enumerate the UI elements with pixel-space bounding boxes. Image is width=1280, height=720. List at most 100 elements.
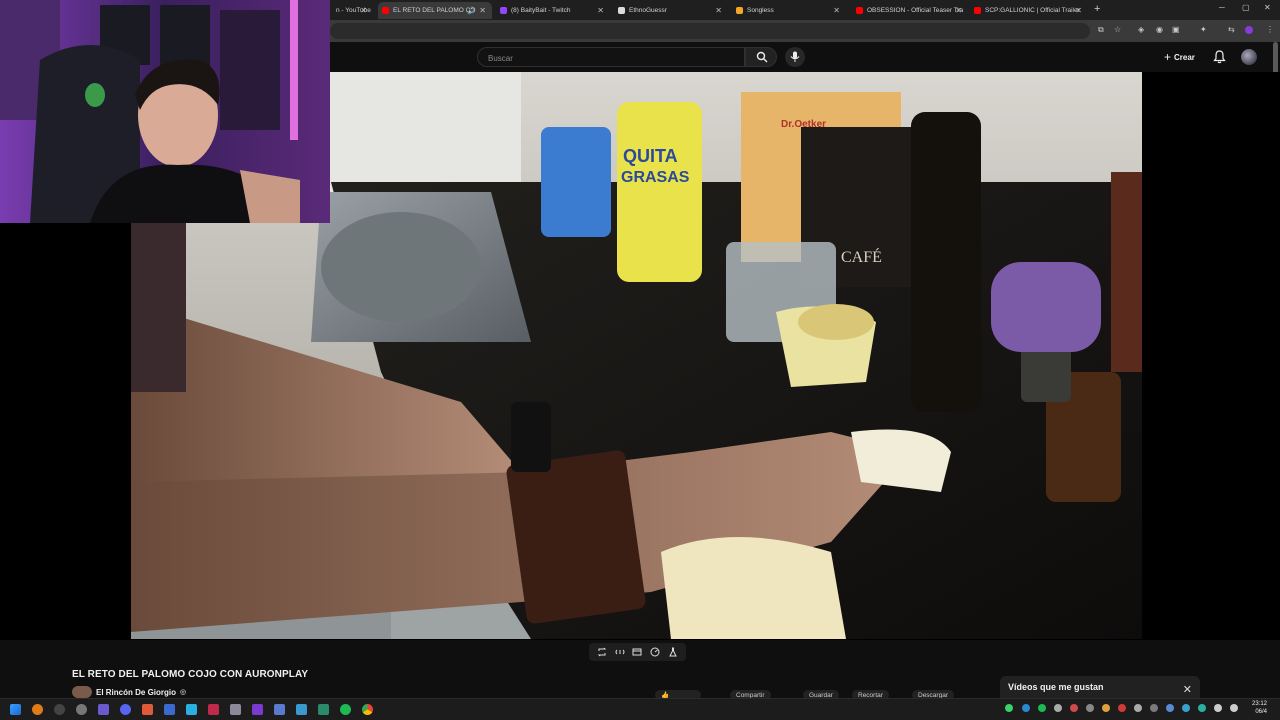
tab-label: EL RETO DEL PALOMO CO: [393, 7, 476, 14]
app-icon[interactable]: [76, 704, 87, 715]
spotify-icon[interactable]: [340, 704, 351, 715]
svg-text:GRASAS: GRASAS: [621, 169, 690, 186]
tray-icon[interactable]: [1086, 704, 1094, 712]
app-icon[interactable]: [208, 704, 219, 715]
verified-check-icon: ◎: [180, 689, 187, 696]
app-icon[interactable]: [98, 704, 109, 715]
youtube-favicon-icon: [382, 7, 389, 14]
webcam-overlay: [0, 0, 330, 223]
search-input[interactable]: [486, 53, 730, 64]
taskbar-clock[interactable]: 23:12 06/4: [1252, 700, 1267, 716]
liked-videos-panel: Vídeos que me gustan ✕: [1000, 676, 1200, 700]
tray-icon[interactable]: [1150, 704, 1158, 712]
search-icon[interactable]: [32, 704, 43, 715]
menu-dots-icon[interactable]: ⋮: [1266, 25, 1274, 34]
video-title: EL RETO DEL PALOMO COJO CON AURONPLAY: [72, 669, 309, 680]
app-icon[interactable]: [252, 704, 263, 715]
tab-close-icon[interactable]: ✕: [833, 6, 840, 15]
tab-close-icon[interactable]: ✕: [715, 6, 722, 15]
bookmark-star-icon[interactable]: ☆: [1114, 25, 1121, 34]
channel-name[interactable]: El Rincón De Giorgio: [96, 688, 176, 697]
youtube-favicon-icon: [974, 7, 981, 14]
tab-obsession-teaser[interactable]: OBSESSION - Official Teaser Tra ✕: [852, 2, 968, 19]
tray-icon[interactable]: [1102, 704, 1110, 712]
install-app-icon[interactable]: ⧉: [1098, 25, 1104, 35]
app-icon[interactable]: [296, 704, 307, 715]
volume-icon[interactable]: [1230, 704, 1238, 712]
wifi-icon[interactable]: [1214, 704, 1222, 712]
clock-time: 23:12: [1252, 701, 1268, 707]
app-icon[interactable]: [164, 704, 175, 715]
speaker-icon[interactable]: 🔊: [467, 7, 476, 15]
loop-icon[interactable]: [597, 647, 607, 657]
plus-icon: +: [1164, 50, 1172, 64]
extension-icon[interactable]: ▣: [1172, 25, 1180, 34]
tray-icon[interactable]: [1038, 704, 1046, 712]
tab-label: (8) BaityBait - Twitch: [511, 7, 571, 14]
app-icon[interactable]: [230, 704, 241, 715]
app-icon[interactable]: [186, 704, 197, 715]
audio-track-icon[interactable]: [615, 647, 625, 657]
tab-baitybait-twitch[interactable]: (8) BaityBait - Twitch ✕: [496, 2, 610, 19]
flask-icon[interactable]: [668, 647, 678, 657]
extension-icon[interactable]: ◈: [1138, 25, 1144, 34]
webcam-image: [0, 0, 330, 223]
app-icon[interactable]: [274, 704, 285, 715]
tab-close-icon[interactable]: ✕: [955, 6, 962, 15]
tab-close-icon[interactable]: ✕: [360, 6, 367, 15]
app-icon[interactable]: [120, 704, 131, 715]
plus-icon[interactable]: +: [1094, 3, 1100, 15]
extensions-puzzle-icon[interactable]: ✦: [1200, 25, 1207, 34]
app-icon[interactable]: [142, 704, 153, 715]
extension-icon[interactable]: ◉: [1156, 25, 1163, 34]
tab-el-reto-del-palomo[interactable]: EL RETO DEL PALOMO CO 🔊 ✕: [378, 2, 492, 19]
tray-icon[interactable]: [1054, 704, 1062, 712]
voice-search-button[interactable]: [785, 47, 805, 67]
youtube-favicon-icon: [856, 7, 863, 14]
search-button[interactable]: [745, 47, 777, 67]
chrome-icon[interactable]: [362, 704, 373, 715]
tab-label: EthnoGuessr: [629, 7, 667, 14]
search-box[interactable]: [477, 47, 745, 67]
profile-avatar-icon[interactable]: [1245, 26, 1253, 34]
tray-icon[interactable]: [1070, 704, 1078, 712]
notifications-bell-icon[interactable]: [1213, 50, 1226, 64]
songless-favicon-icon: [736, 7, 743, 14]
app-icon[interactable]: [318, 704, 329, 715]
svg-text:QUITA: QUITA: [623, 146, 678, 166]
tray-icon[interactable]: [1182, 704, 1190, 712]
tab-close-icon[interactable]: ✕: [597, 6, 604, 15]
tab-ethnoguessr[interactable]: EthnoGuessr ✕: [614, 2, 728, 19]
tray-icon[interactable]: [1166, 704, 1174, 712]
svg-text:CAFÉ: CAFÉ: [841, 247, 882, 266]
tray-icon[interactable]: [1005, 704, 1013, 712]
avatar[interactable]: [1241, 49, 1257, 65]
tray-icon[interactable]: [1022, 704, 1030, 712]
player-controls: [589, 643, 686, 661]
tab-scp-gallionic[interactable]: SCP:GALLIONIC | Official Trailer ✕: [970, 2, 1088, 19]
address-bar[interactable]: [330, 23, 1090, 39]
tab-close-icon[interactable]: ✕: [1075, 6, 1082, 15]
profile-icon[interactable]: ⇆: [1228, 25, 1235, 34]
tray-icon[interactable]: [1198, 704, 1206, 712]
tab-label: SCP:GALLIONIC | Official Trailer: [985, 7, 1080, 14]
liked-videos-title: Vídeos que me gustan: [1008, 682, 1104, 692]
create-button[interactable]: + Crear: [1164, 49, 1195, 65]
create-label: Crear: [1174, 52, 1195, 62]
theater-mode-icon[interactable]: [632, 647, 642, 657]
microphone-icon: [790, 51, 800, 62]
tab-close-icon[interactable]: ✕: [479, 6, 486, 15]
windows-start-icon[interactable]: [10, 704, 21, 715]
tray-icon[interactable]: [1134, 704, 1142, 712]
channel-avatar[interactable]: [72, 686, 92, 698]
app-icon[interactable]: [54, 704, 65, 715]
search-icon: [756, 51, 768, 63]
tray-icon[interactable]: [1118, 704, 1126, 712]
restore-icon[interactable]: ▢: [1242, 3, 1250, 12]
minimize-icon[interactable]: ─: [1219, 3, 1225, 12]
speed-gauge-icon[interactable]: [650, 647, 660, 657]
channel-row: El Rincón De Giorgio ◎: [72, 686, 186, 698]
close-icon[interactable]: ✕: [1264, 3, 1271, 12]
tab-songless[interactable]: Songless ✕: [732, 2, 846, 19]
close-icon[interactable]: ✕: [1183, 683, 1192, 696]
